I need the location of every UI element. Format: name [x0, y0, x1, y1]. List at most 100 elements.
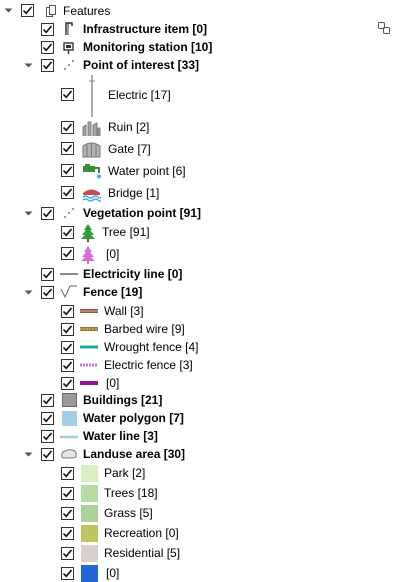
checkbox[interactable] — [41, 207, 54, 220]
layer-label: Infrastructure item [0] — [83, 22, 208, 36]
layer-row-residential[interactable]: Residential [5] — [0, 543, 377, 563]
tree-unknown-icon — [79, 244, 97, 264]
layer-row-point-of-interest[interactable]: Point of interest [33] — [0, 56, 377, 74]
point-of-interest-icon — [61, 57, 76, 73]
layer-row-electric[interactable]: Electric [17] — [0, 74, 377, 117]
checkbox[interactable] — [61, 142, 74, 155]
layer-label: Buildings [21] — [83, 393, 163, 407]
vegetation-point-icon — [61, 205, 76, 221]
layer-label: Water polygon [7] — [83, 411, 184, 425]
layer-label: Electric fence [3] — [104, 358, 193, 372]
layer-row-barbed-wire[interactable]: Barbed wire [9] — [0, 320, 377, 338]
checkbox[interactable] — [61, 547, 74, 560]
checkbox[interactable] — [41, 268, 54, 281]
checkbox[interactable] — [61, 507, 74, 520]
layer-row-water-point[interactable]: Water point [6] — [0, 160, 377, 182]
layer-label: Grass [5] — [104, 506, 153, 520]
checkbox-features[interactable] — [21, 4, 34, 17]
fence-group-icon — [59, 284, 79, 300]
layer-label: Water point [6] — [108, 164, 186, 178]
layer-label: Wall [3] — [104, 304, 144, 318]
electric-pole-icon — [82, 74, 102, 117]
water-line-symbol — [59, 429, 79, 444]
infrastructure-item-icon — [61, 21, 76, 37]
checkbox[interactable] — [61, 467, 74, 480]
layer-row-fence[interactable]: Fence [19] — [0, 283, 377, 302]
checkbox[interactable] — [41, 430, 54, 443]
collapse-arrow[interactable] — [24, 290, 33, 295]
layer-row-vegetation-point[interactable]: Vegetation point [91] — [0, 204, 377, 222]
layer-row-monitoring-station[interactable]: Monitoring station [10] — [0, 38, 377, 56]
checkbox[interactable] — [61, 359, 74, 372]
layer-label: Barbed wire [9] — [104, 322, 185, 336]
buildings-swatch — [61, 392, 77, 408]
layer-row-ruin[interactable]: Ruin [2] — [0, 117, 377, 138]
layer-label: [0] — [106, 376, 120, 390]
collapse-arrow[interactable] — [24, 211, 33, 216]
checkbox[interactable] — [61, 186, 74, 199]
checkbox[interactable] — [61, 527, 74, 540]
tree-root-features[interactable]: Features — [0, 2, 377, 20]
link-layers-button[interactable] — [376, 20, 392, 36]
checkbox[interactable] — [61, 226, 74, 239]
park-swatch — [80, 464, 98, 482]
checkbox[interactable] — [61, 305, 74, 318]
checkbox[interactable] — [41, 59, 54, 72]
checkbox[interactable] — [61, 341, 74, 354]
checkbox[interactable] — [61, 323, 74, 336]
link-layers-icon — [378, 22, 390, 34]
layer-row-infrastructure-item[interactable]: Infrastructure item [0] — [0, 20, 377, 38]
checkbox[interactable] — [41, 23, 54, 36]
layer-row-electricity-line[interactable]: Electricity line [0] — [0, 265, 377, 283]
layer-row-fence-unknown[interactable]: [0] — [0, 374, 377, 392]
checkbox[interactable] — [61, 121, 74, 134]
wall-symbol — [79, 303, 99, 319]
layer-label: Park [2] — [104, 466, 146, 480]
recreation-swatch — [80, 524, 98, 542]
layer-row-tree-unknown[interactable]: [0] — [0, 243, 377, 265]
checkbox[interactable] — [61, 88, 74, 101]
layer-label: Gate [7] — [108, 142, 151, 156]
layer-row-wrought-fence[interactable]: Wrought fence [4] — [0, 338, 377, 356]
checkbox[interactable] — [61, 487, 74, 500]
layer-label: Tree [91] — [102, 225, 150, 239]
layer-row-landuse-area[interactable]: Landuse area [30] — [0, 445, 377, 463]
checkbox[interactable] — [41, 448, 54, 461]
layer-row-water-line[interactable]: Water line [3] — [0, 428, 377, 445]
grass-swatch — [80, 504, 98, 522]
layer-row-park[interactable]: Park [2] — [0, 463, 377, 483]
barbed-wire-symbol — [79, 321, 99, 337]
layer-label: Monitoring station [10] — [83, 40, 213, 54]
checkbox[interactable] — [61, 377, 74, 390]
layer-row-tree[interactable]: Tree [91] — [0, 222, 377, 243]
trees-swatch — [80, 484, 98, 502]
collapse-arrow[interactable] — [4, 8, 13, 13]
checkbox[interactable] — [61, 164, 74, 177]
checkbox[interactable] — [41, 286, 54, 299]
layer-row-electric-fence[interactable]: Electric fence [3] — [0, 356, 377, 374]
collapse-arrow[interactable] — [24, 452, 33, 457]
layer-label: Point of interest [33] — [83, 58, 200, 72]
layer-row-landuse-unknown[interactable]: [0] — [0, 563, 377, 582]
layer-label: Wrought fence [4] — [104, 340, 199, 354]
monitoring-station-icon — [61, 39, 76, 55]
layer-row-gate[interactable]: Gate [7] — [0, 138, 377, 160]
checkbox[interactable] — [41, 394, 54, 407]
gate-icon — [81, 139, 101, 159]
layer-row-buildings[interactable]: Buildings [21] — [0, 391, 377, 409]
layer-label: Recreation [0] — [104, 526, 179, 540]
layer-row-grass[interactable]: Grass [5] — [0, 503, 377, 523]
layer-row-water-polygon[interactable]: Water polygon [7] — [0, 409, 377, 428]
layer-row-recreation[interactable]: Recreation [0] — [0, 523, 377, 543]
layer-row-trees[interactable]: Trees [18] — [0, 483, 377, 503]
collapse-arrow[interactable] — [24, 63, 33, 68]
checkbox[interactable] — [61, 247, 74, 260]
layer-row-wall[interactable]: Wall [3] — [0, 302, 377, 320]
checkbox[interactable] — [61, 567, 74, 580]
water-polygon-swatch — [61, 410, 77, 427]
layer-row-bridge[interactable]: Bridge [1] — [0, 182, 377, 204]
checkbox[interactable] — [41, 412, 54, 425]
layer-label-features: Features — [63, 4, 111, 18]
checkbox[interactable] — [41, 41, 54, 54]
water-point-icon — [81, 161, 101, 181]
